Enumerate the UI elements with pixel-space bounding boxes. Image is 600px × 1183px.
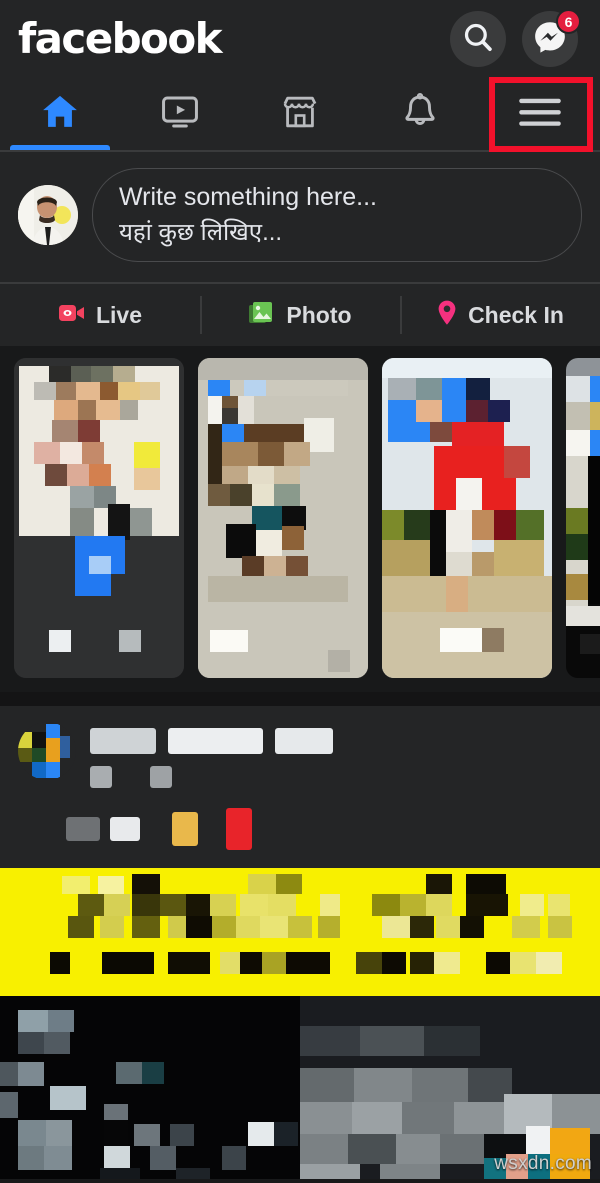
nav-tab-home[interactable] xyxy=(0,78,120,150)
search-icon xyxy=(461,20,495,59)
nav-tab-notifications[interactable] xyxy=(360,78,480,150)
stories-carousel[interactable] xyxy=(0,346,600,693)
nav-tab-menu[interactable] xyxy=(480,77,600,152)
facebook-logo[interactable]: facebook xyxy=(18,18,223,60)
post-composer: Write something here... यहां कुछ लिखिए..… xyxy=(0,152,600,283)
bell-icon xyxy=(399,91,441,138)
story-card[interactable] xyxy=(566,358,600,679)
location-pin-icon xyxy=(436,299,458,332)
post-author-name-redacted xyxy=(90,728,582,755)
top-bar-actions: 6 xyxy=(450,9,581,67)
censored-media-image xyxy=(0,996,600,1180)
video-icon xyxy=(159,91,201,138)
composer-placeholder-hi: यहां कुछ लिखिए... xyxy=(119,218,283,246)
avatar[interactable] xyxy=(18,185,78,246)
marketplace-icon xyxy=(279,91,321,138)
story-card[interactable] xyxy=(14,358,184,679)
post-timestamp-redacted xyxy=(90,766,582,789)
active-tab-underline xyxy=(9,145,111,150)
story-card[interactable] xyxy=(382,358,552,679)
feed-post xyxy=(0,706,600,869)
censored-story-image-3 xyxy=(382,358,552,679)
top-bar: facebook 6 xyxy=(0,0,600,78)
censored-story-image-2 xyxy=(198,358,368,679)
messenger-button[interactable]: 6 xyxy=(522,9,581,67)
post-text-redacted xyxy=(66,808,582,851)
live-label: Live xyxy=(95,301,143,328)
stories-list xyxy=(0,358,600,679)
composer-input[interactable]: Write something here... यहां कुछ लिखिए..… xyxy=(92,168,582,263)
censored-story-image-4 xyxy=(566,358,600,679)
nav-tab-marketplace[interactable] xyxy=(240,78,360,150)
photo-button[interactable]: Photo xyxy=(200,284,400,346)
home-icon xyxy=(38,90,82,139)
post-banner-image[interactable] xyxy=(0,868,600,997)
post-header xyxy=(18,722,582,789)
watermark: wsxdn.com xyxy=(494,1153,592,1175)
search-button[interactable] xyxy=(450,11,506,67)
checkin-button[interactable]: Check In xyxy=(400,284,600,346)
post-author-avatar[interactable] xyxy=(18,722,76,781)
nav-tab-bar xyxy=(0,77,600,152)
facebook-mobile-app: facebook 6 Write something here... यहां … xyxy=(0,0,600,1183)
checkin-label: Check In xyxy=(468,301,564,328)
censored-story-image-1 xyxy=(14,358,184,679)
post-media-image[interactable]: wsxdn.com xyxy=(0,996,600,1180)
hamburger-menu-icon xyxy=(517,95,563,134)
composer-placeholder-en: Write something here... xyxy=(119,183,377,211)
nav-tab-watch[interactable] xyxy=(120,78,240,150)
section-divider xyxy=(0,692,600,707)
post-author-meta xyxy=(90,722,582,789)
censored-author-avatar xyxy=(18,722,76,781)
live-video-icon xyxy=(58,302,86,329)
live-button[interactable]: Live xyxy=(0,284,200,346)
messenger-badge: 6 xyxy=(556,9,581,34)
composer-actions: Live Photo Check In xyxy=(0,284,600,347)
photo-icon xyxy=(248,301,276,330)
story-card[interactable] xyxy=(198,358,368,679)
censored-banner-text xyxy=(0,868,600,997)
photo-label: Photo xyxy=(286,301,352,328)
